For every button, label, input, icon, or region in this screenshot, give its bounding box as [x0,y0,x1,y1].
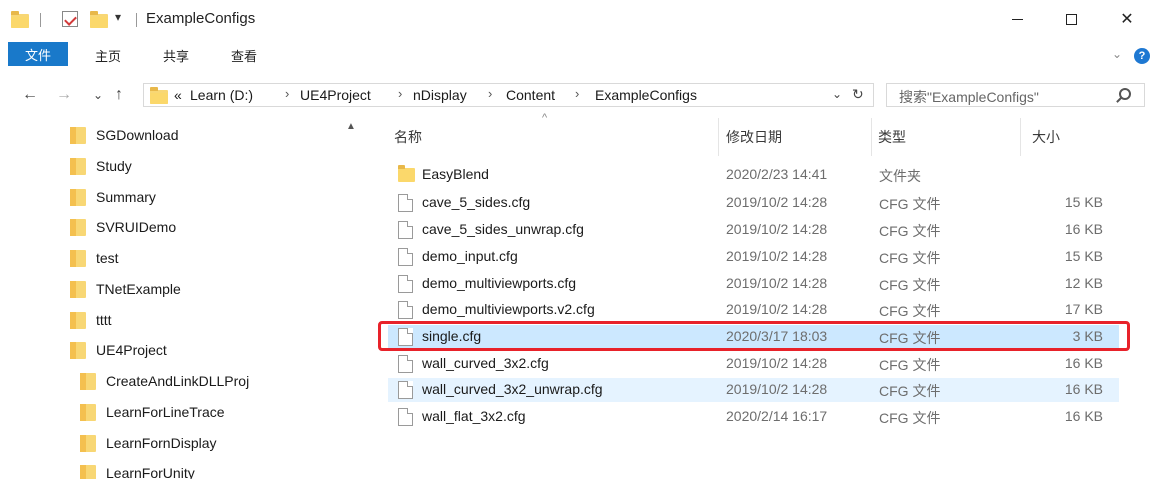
tree-item-summary[interactable]: Summary [70,183,156,211]
file-row-demo-multiviewports[interactable]: demo_multiviewports.cfg 2019/10/2 14:28 … [388,272,1119,296]
maximize-icon [1065,13,1077,25]
minimize-icon [1011,18,1023,20]
file-row-wall-flat-3x2[interactable]: wall_flat_3x2.cfg 2020/2/14 16:17 CFG 文件… [388,405,1119,429]
breadcrumb-content[interactable]: Content [506,87,555,103]
breadcrumb-ndisplay[interactable]: nDisplay [413,87,467,103]
column-header-date[interactable]: 修改日期 [726,127,782,147]
folder-icon [80,464,96,479]
column-header-type[interactable]: 类型 [878,127,906,147]
tree-item-learnforlinetrace[interactable]: LearnForLineTrace [80,398,225,426]
file-icon [398,275,413,293]
maximize-button[interactable] [1048,0,1094,38]
recent-locations-icon[interactable]: ⌄ [93,88,103,102]
file-icon [398,221,413,239]
tree-item-learnforndisplay[interactable]: LearnFornDisplay [80,429,217,457]
column-header-name[interactable]: 名称 [394,127,422,147]
breadcrumb-separator[interactable]: › [398,86,402,101]
search-icon[interactable] [1119,88,1131,100]
file-row-wall-curved-3x2[interactable]: wall_curved_3x2.cfg 2019/10/2 14:28 CFG … [388,352,1119,376]
refresh-icon[interactable]: ↻ [852,86,864,103]
file-icon [398,301,413,319]
file-row-wall-curved-3x2-unwrap[interactable]: wall_curved_3x2_unwrap.cfg 2019/10/2 14:… [388,378,1119,402]
tree-item-tttt[interactable]: tttt [70,306,112,334]
tree-item-ue4project[interactable]: UE4Project [70,336,167,364]
properties-icon[interactable] [62,11,78,27]
address-folder-icon [150,87,168,104]
tree-item-test[interactable]: test [70,244,119,272]
breadcrumb-overflow[interactable]: « [174,87,182,103]
folder-icon [70,311,86,329]
file-icon [398,194,413,212]
back-icon[interactable]: ← [22,86,38,104]
ribbon: 文件 主页 共享 查看 ⌄ ? [0,38,1155,74]
file-list[interactable]: ^ 名称 修改日期 类型 大小 EasyBlend 2020/2/23 14:4… [372,112,1155,479]
column-divider[interactable] [718,118,719,156]
column-divider[interactable] [871,118,872,156]
file-row-easyblend[interactable]: EasyBlend 2020/2/23 14:41 文件夹 [388,163,1119,187]
folder-icon [80,372,96,390]
file-row-demo-multiviewports-v2[interactable]: demo_multiviewports.v2.cfg 2019/10/2 14:… [388,298,1119,322]
column-divider[interactable] [1020,118,1021,156]
tree-item-tnetexample[interactable]: TNetExample [70,275,181,303]
tree-item-svruidemo[interactable]: SVRUIDemo [70,213,176,241]
folder-icon [70,249,86,267]
tree-item-sgdownload[interactable]: SGDownload [70,121,179,149]
close-button[interactable]: ✕ [1104,0,1150,38]
file-icon [398,248,413,266]
tab-view[interactable]: 查看 [231,46,257,65]
quick-access-dropdown-icon[interactable]: ▾ [115,10,121,24]
window-title: ExampleConfigs [146,10,256,27]
folder-icon [70,188,86,206]
breadcrumb-ue4project[interactable]: UE4Project [300,87,371,103]
tab-share[interactable]: 共享 [163,46,189,65]
close-icon: ✕ [1120,11,1134,28]
file-icon [398,355,413,373]
tree-item-learnforunity[interactable]: LearnForUnity [80,459,195,479]
breadcrumb-exampleconfigs[interactable]: ExampleConfigs [595,87,697,103]
folder-app-icon [11,11,29,28]
breadcrumb-learn[interactable]: Learn (D:) [190,87,253,103]
new-folder-icon[interactable] [90,11,108,28]
tree-item-createandlinkdllproj[interactable]: CreateAndLinkDLLProj [80,367,249,395]
search-box[interactable]: 搜索"ExampleConfigs" [886,83,1145,107]
address-dropdown-icon[interactable]: ⌄ [832,87,842,101]
navigation-pane[interactable]: ▲ SGDownload Study Summary SVRUIDemo tes… [0,118,372,479]
search-input[interactable]: 搜索"ExampleConfigs" [899,87,1039,107]
tab-home[interactable]: 主页 [95,46,121,65]
up-icon[interactable]: ↑ [115,86,123,104]
folder-icon [70,218,86,236]
file-icon [398,408,413,426]
file-row-demo-input[interactable]: demo_input.cfg 2019/10/2 14:28 CFG 文件 15… [388,245,1119,269]
qa-separator [40,13,41,27]
folder-icon [70,341,86,359]
breadcrumb-separator[interactable]: › [575,86,579,101]
minimize-button[interactable] [994,0,1040,38]
expand-ribbon-icon[interactable]: ⌄ [1112,47,1122,61]
folder-icon [70,157,86,175]
breadcrumb-separator[interactable]: › [285,86,289,101]
annotation-highlight-box [378,321,1130,351]
folder-icon [80,403,96,421]
folder-icon [398,165,415,182]
title-bar: ▾ ExampleConfigs ✕ [0,0,1155,38]
folder-icon [70,280,86,298]
address-bar[interactable]: « Learn (D:) › UE4Project › nDisplay › C… [143,83,874,107]
help-icon[interactable]: ? [1134,48,1150,64]
file-icon [398,381,413,399]
column-header-size[interactable]: 大小 [1032,127,1060,147]
sort-ascending-icon: ^ [542,112,548,124]
file-row-cave-5-sides-unwrap[interactable]: cave_5_sides_unwrap.cfg 2019/10/2 14:28 … [388,218,1119,242]
folder-icon [70,126,86,144]
breadcrumb-separator[interactable]: › [488,86,492,101]
folder-icon [80,434,96,452]
tree-item-study[interactable]: Study [70,152,132,180]
tab-file[interactable]: 文件 [8,42,68,66]
title-separator [136,13,137,27]
forward-icon[interactable]: → [56,86,72,104]
file-row-cave-5-sides[interactable]: cave_5_sides.cfg 2019/10/2 14:28 CFG 文件 … [388,191,1119,215]
navigation-bar: ← → ⌄ ↑ « Learn (D:) › UE4Project › nDis… [0,74,1155,118]
scroll-up-icon[interactable]: ▲ [346,121,356,132]
